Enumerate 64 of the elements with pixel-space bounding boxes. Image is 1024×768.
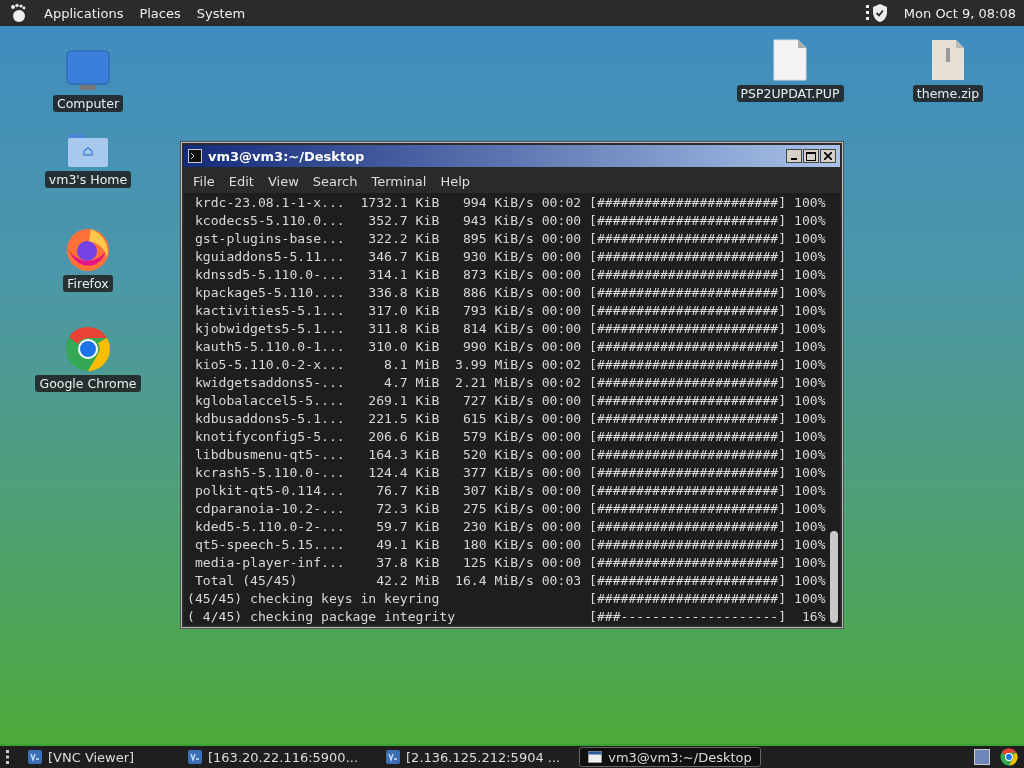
terminal-line: kguiaddons5-5.11... 346.7 KiB 930 KiB/s 00:00 [#######################] 100% (193, 248, 827, 266)
terminal-line: kio5-5.110.0-2-x... 8.1 MiB 3.99 MiB/s 00:02 [#######################] 100% (193, 356, 827, 374)
desktop-icon-label[interactable]: vm3's Home (44, 171, 132, 188)
desktop-icon-label[interactable]: Firefox (63, 275, 113, 292)
terminal-line: kglobalaccel5-5.... 269.1 KiB 727 KiB/s 00:00 [#######################] 100% (193, 392, 827, 410)
terminal-line: kcodecs5-5.110.0... 352.7 KiB 943 KiB/s 00:00 [#######################] 100% (193, 212, 827, 230)
terminal-icon (188, 149, 202, 163)
taskbar-button[interactable]: [VNC Viewer] (19, 747, 169, 767)
menu-item[interactable]: Edit (221, 171, 261, 191)
menu-item[interactable]: View (260, 171, 306, 191)
desktop-icon-label[interactable]: Google Chrome (35, 375, 141, 392)
monitor-icon (66, 50, 110, 92)
vnc-icon (28, 750, 42, 764)
minimize-button[interactable] (786, 149, 802, 163)
terminal-line: qt5-speech-5.15.... 49.1 KiB 180 KiB/s 00:00 [#######################] 100% (193, 536, 827, 554)
terminal-line: (45/45) checking keys in keyring [#######################] 100% (187, 590, 827, 608)
firefox-icon (65, 226, 111, 272)
terminal-line: knotifyconfig5-5... 206.6 KiB 579 KiB/s 00:00 [#######################] 100% (193, 428, 827, 446)
terminal-line: libdbusmenu-qt5-... 164.3 KiB 520 KiB/s 00:00 [#######################] 100% (193, 446, 827, 464)
panel-menu[interactable]: Places (139, 5, 181, 21)
menu-item[interactable]: Search (305, 171, 365, 191)
terminal-line: media-player-inf... 37.8 KiB 125 KiB/s 00:00 [#######################] 100% (193, 554, 827, 572)
zip-file-icon (930, 38, 966, 82)
close-button[interactable] (820, 149, 836, 163)
terminal-line: kactivities5-5.1... 317.0 KiB 793 KiB/s 00:00 [#######################] 100% (193, 302, 827, 320)
terminal-line: Total (45/45) 42.2 MiB 16.4 MiB/s 00:03 [#######################] 100% (193, 572, 827, 590)
terminal-line: krdc-23.08.1-1-x... 1732.1 KiB 994 KiB/s 00:02 [#######################] 100% (193, 194, 827, 212)
handle-icon (6, 750, 9, 764)
desktop-icon-label[interactable]: PSP2UPDAT.PUP (736, 85, 844, 102)
terminal-line: ( 4/45) checking package integrity [###--------------------] 16% (187, 608, 827, 626)
maximize-button[interactable] (803, 149, 819, 163)
terminal-line: polkit-qt5-0.114... 76.7 KiB 307 KiB/s 00:00 [#######################] 100% (193, 482, 827, 500)
shield-check-icon[interactable] (865, 3, 888, 23)
close-icon (824, 152, 832, 160)
foot-logo-icon[interactable] (8, 3, 28, 23)
terminal-line: gst-plugins-base... 322.2 KiB 895 KiB/s 00:00 [#######################] 100% (193, 230, 827, 248)
panel-menu[interactable]: Applications (44, 5, 124, 21)
window-icon (588, 751, 603, 763)
vnc-icon (188, 750, 202, 764)
taskbar-button[interactable]: vm3@vm3:~/Desktop (579, 747, 761, 767)
file-icon (772, 38, 808, 82)
menu-item[interactable]: Help (433, 171, 478, 191)
vnc-icon (386, 750, 401, 764)
terminal-line: kwidgetsaddons5-... 4.7 MiB 2.21 MiB/s 00:02 [#######################] 100% (193, 374, 827, 392)
taskbar-button[interactable]: [163.20.22.116:5900... (179, 747, 368, 767)
chrome-icon[interactable] (1000, 748, 1018, 766)
terminal-line: kjobwidgets5-5.1... 311.8 KiB 814 KiB/s 00:00 [#######################] 100% (193, 320, 827, 338)
panel-menu[interactable]: System (196, 5, 246, 21)
terminal-line: kdnssd5-5.110.0-... 314.1 KiB 873 KiB/s 00:00 [#######################] 100% (193, 266, 827, 284)
clock[interactable]: Mon Oct 9, 08:08 (903, 5, 1016, 21)
terminal-line: kpackage5-5.110.... 336.8 KiB 886 KiB/s 00:00 [#######################] 100% (193, 284, 827, 302)
maximize-icon (806, 151, 816, 161)
menu-item[interactable]: File (186, 171, 222, 191)
taskbar-button[interactable]: [2.136.125.212:5904 ... (377, 747, 570, 767)
menu-item[interactable]: Terminal (364, 171, 434, 191)
terminal-line: kauth5-5.110.0-1... 310.0 KiB 990 KiB/s 00:00 [#######################] 100% (193, 338, 827, 356)
window-title: vm3@vm3:~/Desktop (208, 148, 365, 164)
terminal-line: kded5-5.110.0-2-... 59.7 KiB 230 KiB/s 00:00 [#######################] 100% (193, 518, 827, 536)
terminal-line: kdbusaddons5-5.1... 221.5 KiB 615 KiB/s 00:00 [#######################] 100% (193, 410, 827, 428)
terminal-line: kcrash5-5.110.0-... 124.4 KiB 377 KiB/s 00:00 [#######################] 100% (193, 464, 827, 482)
desktop-icon-label[interactable]: Computer (52, 95, 124, 112)
desktop-icon-label[interactable]: theme.zip (912, 85, 984, 102)
chrome-icon (65, 326, 111, 372)
terminal-line: cdparanoia-10.2-... 72.3 KiB 275 KiB/s 00:00 [#######################] 100% (193, 500, 827, 518)
